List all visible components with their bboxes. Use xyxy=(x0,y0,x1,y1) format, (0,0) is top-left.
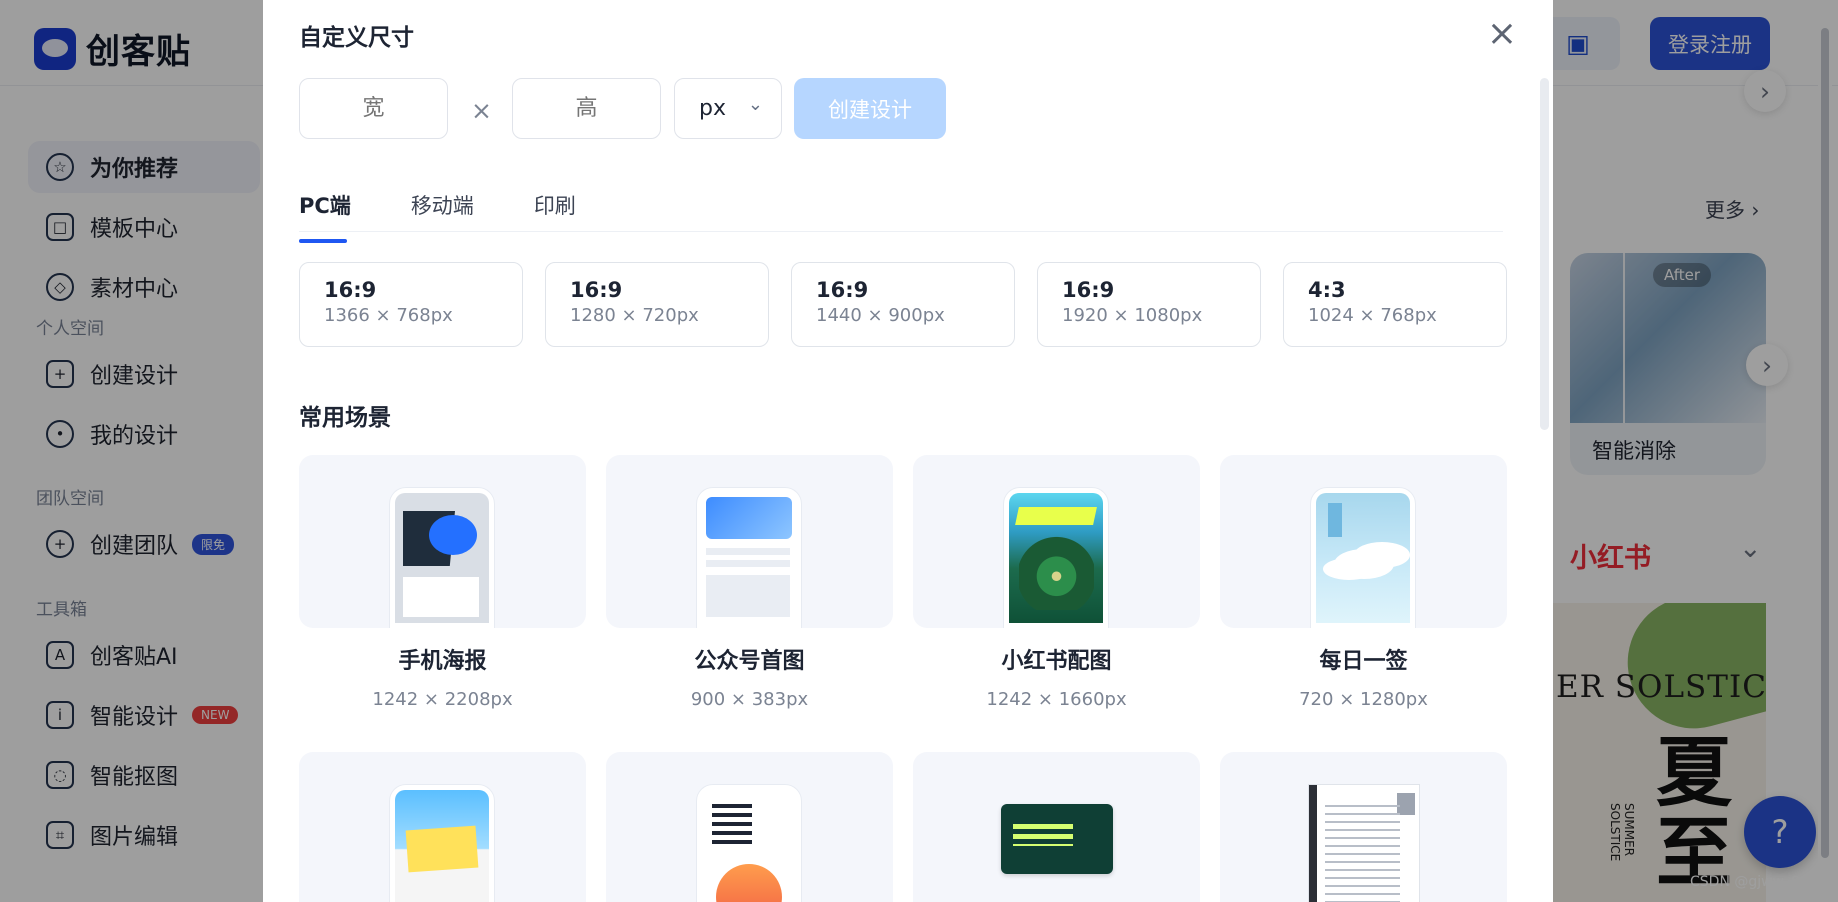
scene-preview xyxy=(1220,752,1507,902)
scene-card[interactable] xyxy=(913,752,1200,902)
size-ratio: 16:9 xyxy=(570,278,623,302)
scene-card[interactable] xyxy=(299,752,586,902)
scene-name: 每日一签 xyxy=(1319,649,1408,674)
invitation-thumbnail xyxy=(702,790,796,902)
size-ratio: 16:9 xyxy=(816,278,869,302)
size-ratio: 4:3 xyxy=(1308,278,1346,302)
phone-frame xyxy=(1311,488,1415,628)
size-dimensions: 1920 × 1080px xyxy=(1062,305,1203,326)
phone-frame xyxy=(390,488,494,628)
thumbnail-text-block xyxy=(712,804,752,846)
app: 创客贴 ▣ 登录注册 ☆ 为你推荐 □ 模板中心 ◇ 素材中心 个人空间 + 创建设计 … xyxy=(0,0,1838,902)
scene-card[interactable] xyxy=(1220,752,1507,902)
size-preset-card[interactable]: 16:9 1280 × 720px xyxy=(545,262,769,347)
scene-name: 公众号首图 xyxy=(694,649,805,674)
size-preset-card[interactable]: 4:3 1024 × 768px xyxy=(1283,262,1507,347)
thumbnail-row xyxy=(706,560,790,567)
scene-card[interactable]: 每日一签 720 × 1280px xyxy=(1220,455,1507,710)
dialog-scrollbar[interactable] xyxy=(1540,78,1549,430)
scene-preview xyxy=(606,455,893,628)
phone-frame xyxy=(1004,488,1108,628)
size-preset-card[interactable]: 16:9 1920 × 1080px xyxy=(1037,262,1261,347)
size-category-tabs: PC端 移动端 印刷 xyxy=(299,190,576,243)
scene-size: 1242 × 2208px xyxy=(372,689,513,710)
thumbnail-block xyxy=(706,575,790,617)
xiaohongshu-thumbnail xyxy=(1009,493,1103,623)
scene-preview xyxy=(1220,455,1507,628)
height-field[interactable] xyxy=(512,78,661,139)
presentation-thumbnail xyxy=(1001,804,1113,874)
size-preset-card[interactable]: 16:9 1440 × 900px xyxy=(791,262,1015,347)
resume-photo xyxy=(1397,793,1415,815)
size-separator: × xyxy=(471,96,492,125)
size-ratio: 16:9 xyxy=(1062,278,1115,302)
close-button[interactable]: × xyxy=(1485,16,1519,54)
size-dimensions: 1366 × 768px xyxy=(324,305,453,326)
scene-size: 720 × 1280px xyxy=(1299,689,1428,710)
thumbnail-text-block xyxy=(1328,503,1342,537)
height-input[interactable] xyxy=(513,79,660,138)
scene-name: 小红书配图 xyxy=(1001,649,1112,674)
thumbnail-banner xyxy=(706,497,792,539)
scene-preview xyxy=(913,752,1200,902)
dialog-title: 自定义尺寸 xyxy=(299,25,414,51)
wechat-cover-thumbnail xyxy=(702,493,796,623)
tab-mobile[interactable]: 移动端 xyxy=(411,190,474,240)
size-dimensions: 1280 × 720px xyxy=(570,305,699,326)
scene-preview xyxy=(913,455,1200,628)
scene-size: 900 × 383px xyxy=(690,689,809,710)
thumbnail-text-block xyxy=(403,577,479,617)
size-dimensions: 1024 × 768px xyxy=(1308,305,1437,326)
width-input[interactable] xyxy=(300,79,447,138)
unit-select[interactable]: px ⌄ xyxy=(674,78,782,139)
scene-card[interactable] xyxy=(606,752,893,902)
scene-card[interactable]: 手机海报 1242 × 2208px xyxy=(299,455,586,710)
thumbnail-title xyxy=(1015,507,1097,525)
scene-card[interactable]: 小红书配图 1242 × 1660px xyxy=(913,455,1200,710)
scene-preview xyxy=(299,752,586,902)
width-field[interactable] xyxy=(299,78,448,139)
daily-card-thumbnail xyxy=(1316,493,1410,623)
tab-pc[interactable]: PC端 xyxy=(299,190,351,243)
unit-value: px xyxy=(699,96,726,121)
phone-frame xyxy=(697,488,801,628)
tab-print[interactable]: 印刷 xyxy=(534,190,576,240)
chevron-down-icon: ⌄ xyxy=(747,94,763,115)
size-preset-card[interactable]: 16:9 1366 × 768px xyxy=(299,262,523,347)
create-design-button[interactable]: 创建设计 xyxy=(794,78,946,139)
custom-size-dialog: 自定义尺寸 × × px ⌄ 创建设计 PC端 移动端 印刷 16:9 1366 … xyxy=(263,0,1553,902)
thumbnail-row xyxy=(706,548,790,555)
mobile-poster-thumbnail xyxy=(395,493,489,623)
phone-frame xyxy=(390,785,494,902)
scene-preview xyxy=(606,752,893,902)
resume-thumbnail xyxy=(1308,784,1420,902)
scene-name: 手机海报 xyxy=(398,649,487,674)
close-icon: × xyxy=(1486,13,1518,54)
scene-size: 1242 × 1660px xyxy=(986,689,1127,710)
tab-divider xyxy=(299,231,1503,232)
sports-poster-thumbnail xyxy=(395,790,489,902)
scene-preview xyxy=(299,455,586,628)
size-ratio: 16:9 xyxy=(324,278,377,302)
phone-frame xyxy=(697,785,801,902)
size-dimensions: 1440 × 900px xyxy=(816,305,945,326)
common-scenes-title: 常用场景 xyxy=(299,405,391,431)
scene-card[interactable]: 公众号首图 900 × 383px xyxy=(606,455,893,710)
